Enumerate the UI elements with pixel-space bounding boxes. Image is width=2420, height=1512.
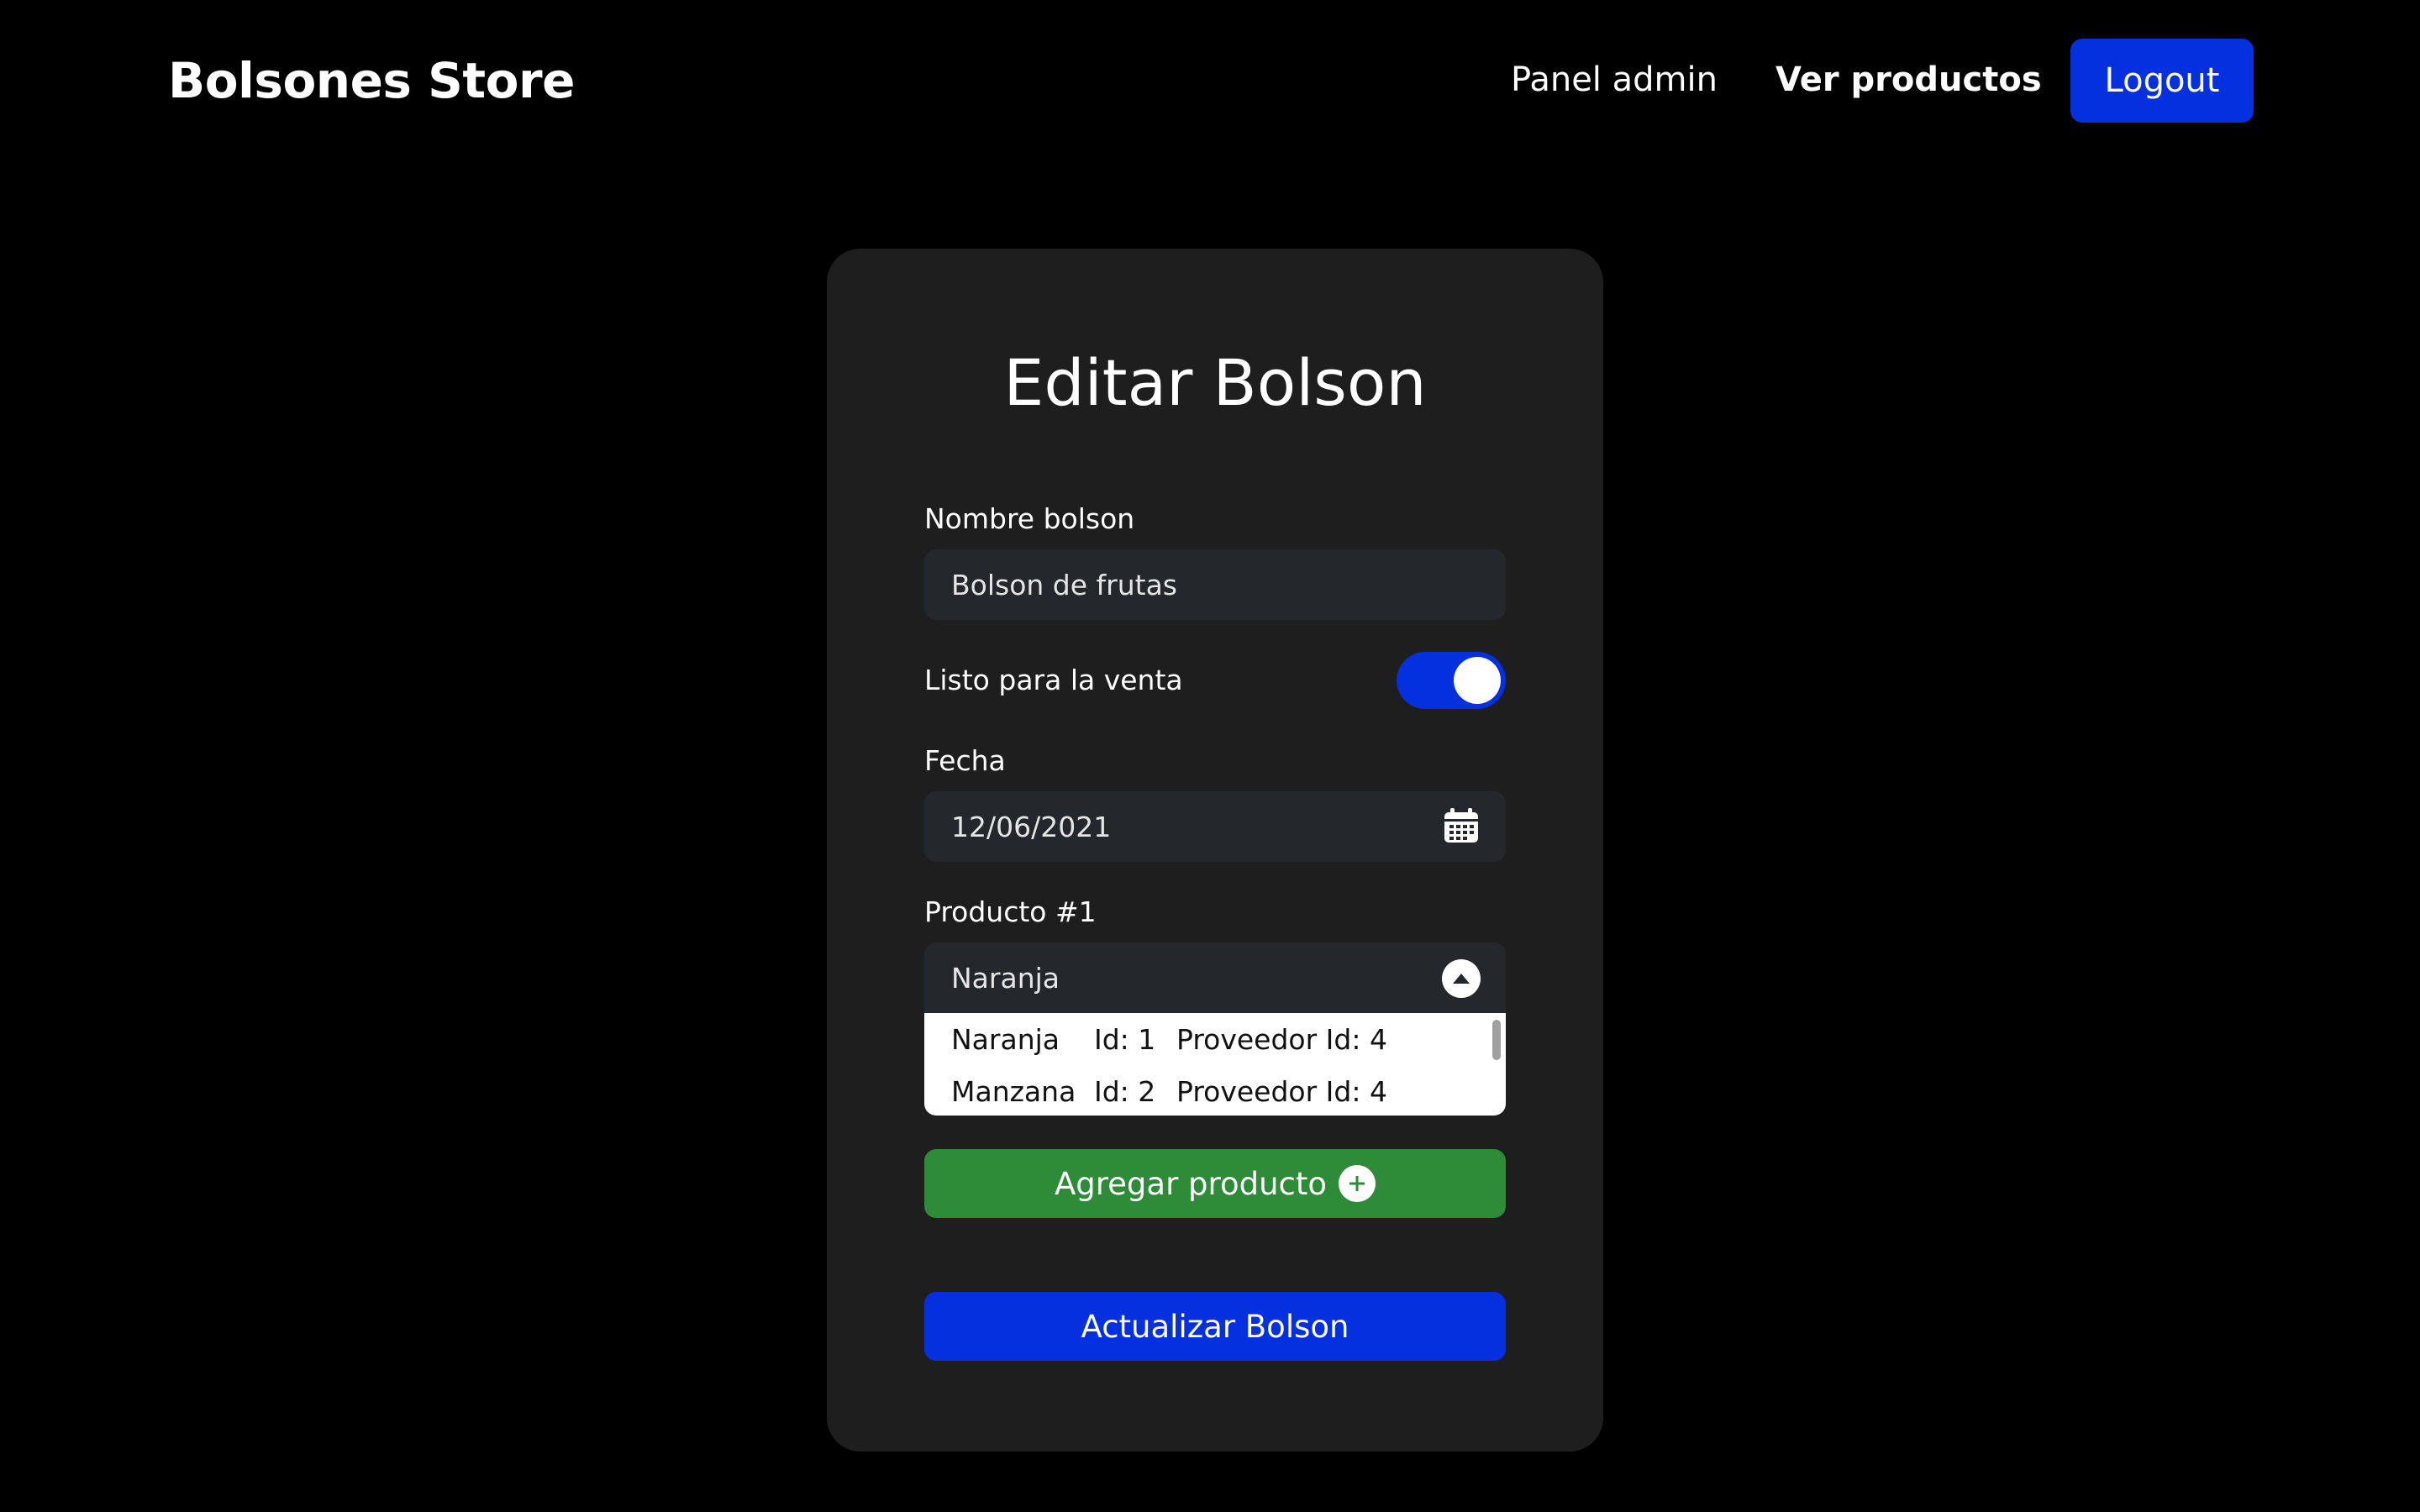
listo-venta-label: Listo para la venta [924, 664, 1183, 696]
logout-button[interactable]: Logout [2070, 39, 2254, 123]
listo-venta-toggle[interactable] [1397, 652, 1506, 709]
nombre-bolson-input[interactable]: Bolson de frutas [924, 549, 1506, 620]
fecha-label: Fecha [924, 744, 1006, 777]
list-item[interactable]: Manzana Id: 2 Proveedor Id: 4 [951, 1065, 1472, 1116]
plus-circle-icon [1339, 1165, 1376, 1202]
calendar-icon[interactable] [1442, 806, 1481, 845]
nav-link-ver-productos[interactable]: Ver productos [1776, 60, 2042, 99]
producto-dropdown-list: Naranja Id: 1 Proveedor Id: 4 Manzana Id… [924, 1013, 1506, 1116]
producto-label: Producto #1 [924, 895, 1097, 928]
fecha-value: 12/06/2021 [951, 810, 1112, 843]
agregar-producto-button[interactable]: Agregar producto [924, 1149, 1506, 1218]
toggle-knob [1454, 657, 1501, 704]
actualizar-bolson-button[interactable]: Actualizar Bolson [924, 1292, 1506, 1361]
brand-logo[interactable]: Bolsones Store [168, 52, 575, 109]
producto-select[interactable]: Naranja [924, 942, 1506, 1013]
dropdown-scrollbar[interactable] [1492, 1020, 1501, 1060]
agregar-producto-label: Agregar producto [1054, 1165, 1328, 1202]
edit-bolson-card: Editar Bolson Nombre bolson Bolson de fr… [827, 249, 1603, 1452]
page-title: Editar Bolson [1003, 345, 1427, 420]
nombre-bolson-label: Nombre bolson [924, 502, 1135, 535]
producto-selected-value: Naranja [951, 961, 1060, 995]
nav-link-panel-admin[interactable]: Panel admin [1511, 60, 1718, 99]
navbar: Bolsones Store Panel admin Ver productos… [0, 0, 2420, 168]
chevron-up-icon[interactable] [1442, 959, 1481, 998]
fecha-input[interactable]: 12/06/2021 [924, 791, 1506, 862]
nombre-bolson-value: Bolson de frutas [951, 568, 1177, 601]
list-item[interactable]: Naranja Id: 1 Proveedor Id: 4 [951, 1013, 1472, 1065]
